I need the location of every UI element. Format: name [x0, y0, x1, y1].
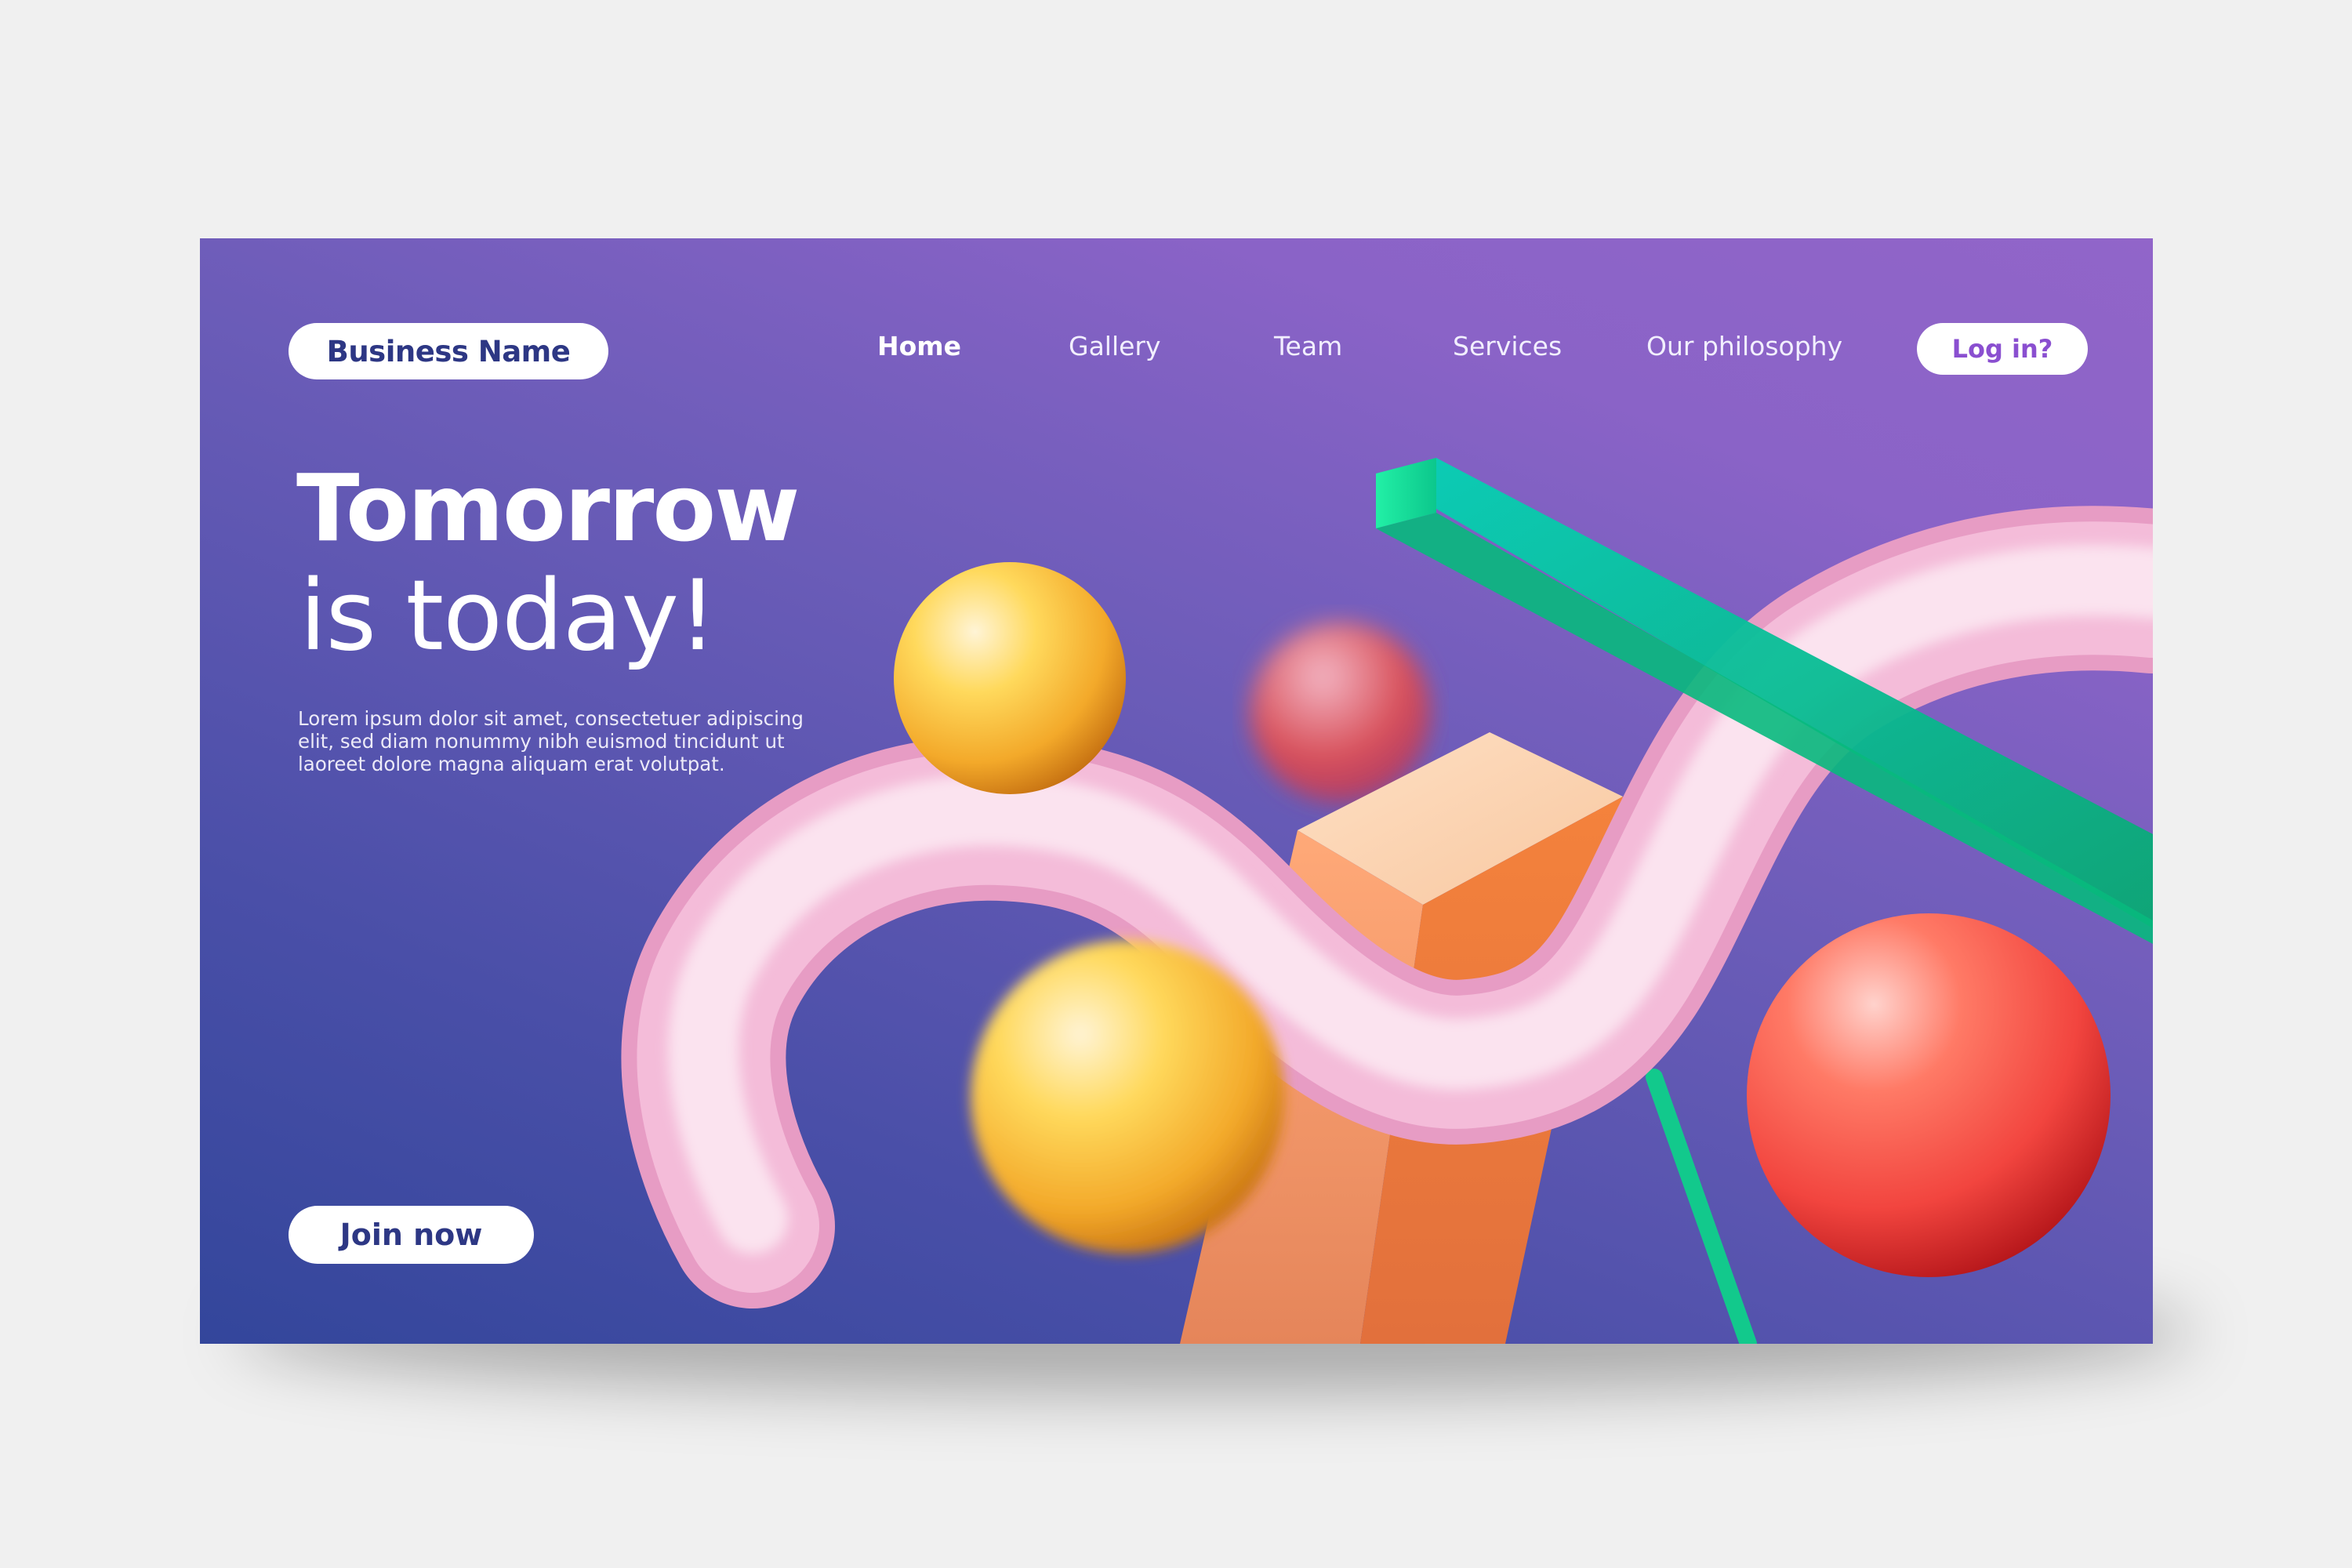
red-sphere	[1747, 913, 2111, 1277]
landing-card: Business Name Home Gallery Team Services…	[200, 238, 2153, 1344]
yellow-sphere-top	[894, 562, 1126, 794]
nav-services[interactable]: Services	[1453, 331, 1562, 361]
brand-button[interactable]: Business Name	[289, 323, 608, 379]
headline-bold: Tomorrow	[296, 454, 800, 562]
hero-body-text: Lorem ipsum dolor sit amet, consectetuer…	[298, 707, 804, 775]
hero-illustration	[621, 458, 2153, 1344]
green-rod	[1646, 1069, 1757, 1344]
blurred-red-sphere	[1250, 622, 1431, 803]
nav-home[interactable]: Home	[877, 331, 961, 361]
blurred-yellow-sphere	[971, 940, 1284, 1254]
join-now-button[interactable]: Join now	[289, 1206, 534, 1264]
nav-our-philosophy[interactable]: Our philosophy	[1646, 331, 1842, 361]
join-now-label: Join now	[339, 1218, 483, 1252]
page: Business Name Home Gallery Team Services…	[0, 0, 2352, 1568]
nav-gallery[interactable]: Gallery	[1069, 331, 1161, 361]
headline-light: is today!	[299, 560, 717, 673]
login-label: Log in?	[1951, 334, 2053, 364]
login-button[interactable]: Log in?	[1917, 323, 2088, 375]
nav-team[interactable]: Team	[1274, 331, 1342, 361]
brand-label: Business Name	[326, 334, 571, 368]
